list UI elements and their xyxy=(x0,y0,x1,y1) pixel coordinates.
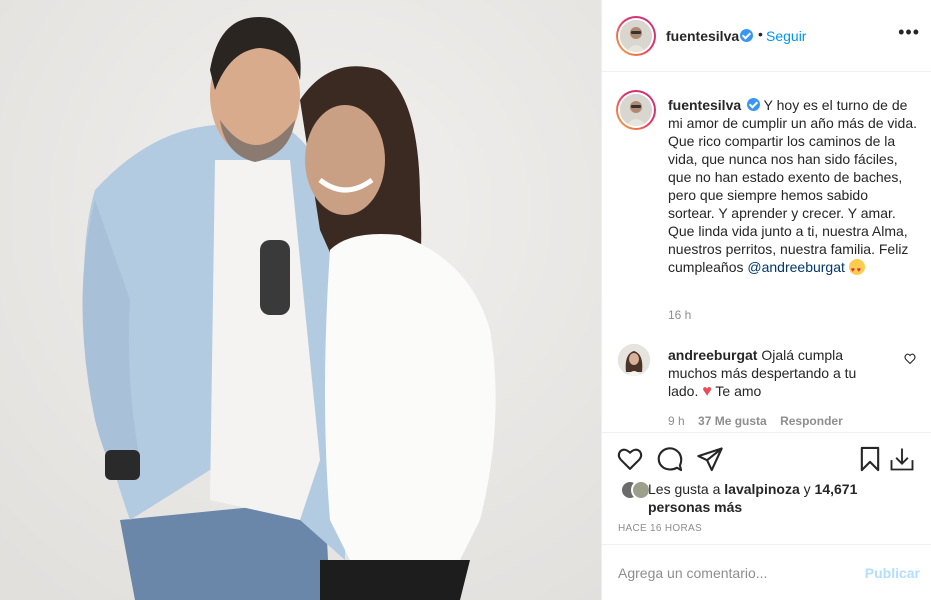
caption-text: fuentesilva Y hoy es el turno de de mi a… xyxy=(668,96,918,280)
post-timestamp[interactable]: HACE 16 HORAS xyxy=(618,523,702,534)
verified-badge-icon xyxy=(747,98,761,111)
caption-username[interactable]: fuentesilva xyxy=(668,97,741,113)
likes-summary: Les gusta a lavalpinoza y 14,671 persona… xyxy=(648,480,918,516)
post-header: fuentesilva • Seguir ••• xyxy=(602,0,931,72)
share-button[interactable] xyxy=(696,445,724,473)
post-photo[interactable] xyxy=(0,0,601,600)
comments-section: fuentesilva Y hoy es el turno de de mi a… xyxy=(602,72,931,432)
red-heart-icon: ♥ xyxy=(702,383,712,400)
comment-meta: 9 h 37 Me gusta Responder xyxy=(668,414,853,428)
download-icon xyxy=(890,448,914,471)
post-side-panel: fuentesilva • Seguir ••• fuentesilva Y h… xyxy=(601,0,931,600)
comment-like-button[interactable] xyxy=(904,352,916,368)
bookmark-icon xyxy=(860,446,880,472)
publish-button[interactable]: Publicar xyxy=(865,565,920,581)
comment-time[interactable]: 9 h xyxy=(668,414,685,428)
add-comment-bar: Publicar xyxy=(602,544,931,600)
share-icon xyxy=(697,447,723,472)
heart-icon xyxy=(617,448,643,470)
comment-body-end: Te amo xyxy=(715,383,762,399)
separator-dot: • xyxy=(758,26,763,42)
smiling-face-with-hearts-icon xyxy=(848,259,865,280)
author-avatar[interactable] xyxy=(616,16,656,56)
like-button[interactable] xyxy=(616,445,644,473)
liker-username[interactable]: lavalpinoza xyxy=(724,481,799,497)
post-image xyxy=(0,0,601,600)
heart-icon xyxy=(904,353,916,365)
comment-input[interactable] xyxy=(618,563,848,583)
reply-button[interactable]: Responder xyxy=(780,414,843,428)
caption-time[interactable]: 16 h xyxy=(668,308,691,322)
verified-badge-icon xyxy=(740,29,753,42)
comment-likes[interactable]: 37 Me gusta xyxy=(698,414,767,428)
caption-body: Y hoy es el turno de de mi amor de cumpl… xyxy=(668,97,917,275)
post-actions: Les gusta a lavalpinoza y 14,671 persona… xyxy=(602,432,931,544)
comment-icon xyxy=(657,447,683,472)
commenter-avatar[interactable] xyxy=(618,344,650,376)
likes-prefix: Les gusta a xyxy=(648,481,721,497)
download-button[interactable] xyxy=(888,445,916,473)
comment-button[interactable] xyxy=(656,445,684,473)
caption-avatar[interactable] xyxy=(616,90,656,130)
caption-mention[interactable]: @andreeburgat xyxy=(747,259,845,275)
commenter-username[interactable]: andreeburgat xyxy=(668,347,757,363)
likes-middle: y xyxy=(803,481,811,497)
comment-text: andreeburgat Ojalá cumpla muchos más des… xyxy=(668,346,888,401)
save-button[interactable] xyxy=(856,445,884,473)
author-username[interactable]: fuentesilva xyxy=(666,28,739,44)
follow-button[interactable]: Seguir xyxy=(766,28,806,44)
more-options-icon[interactable]: ••• xyxy=(898,22,920,43)
